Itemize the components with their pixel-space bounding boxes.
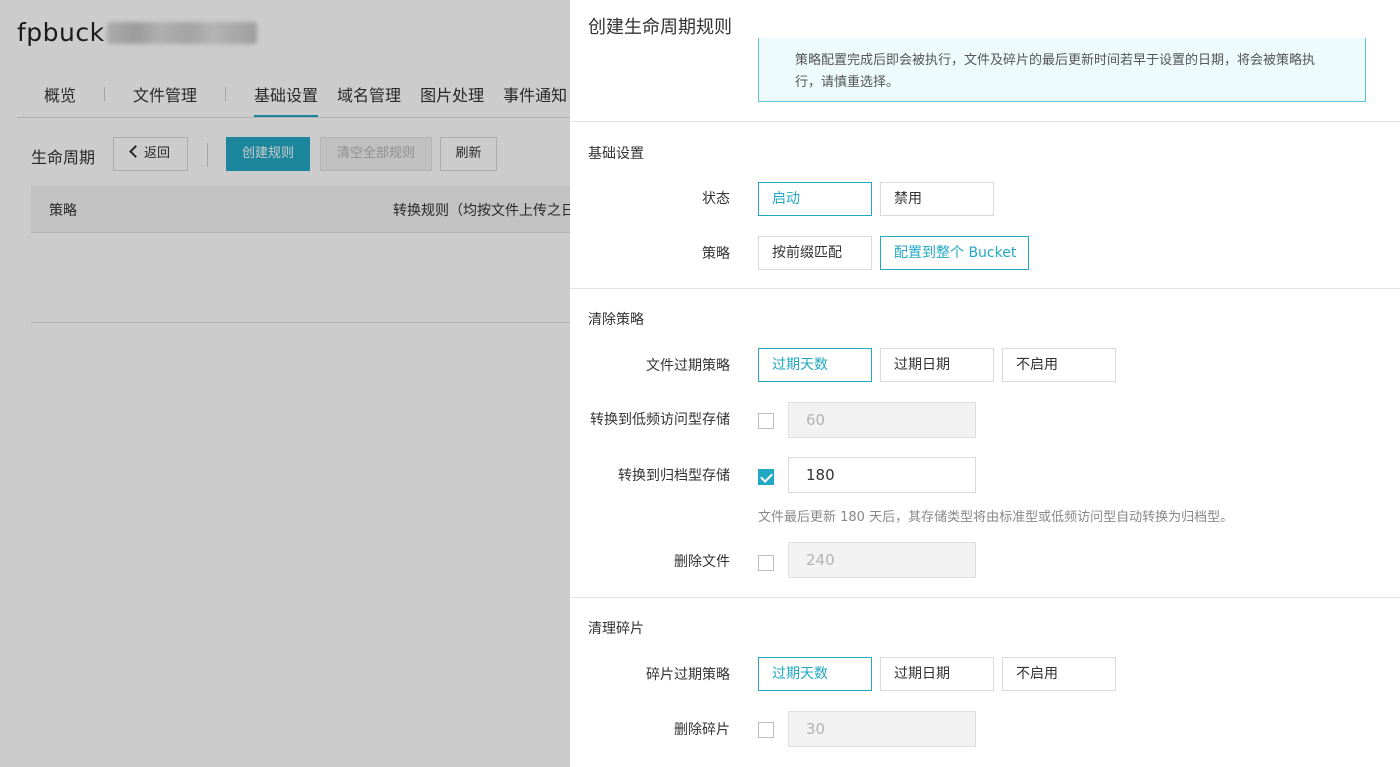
policy-option-prefix[interactable]: 按前缀匹配 <box>758 236 872 270</box>
section-title-cleanup: 清除策略 <box>588 312 644 328</box>
fragment-expire-option-days[interactable]: 过期天数 <box>758 657 872 691</box>
status-label: 状态 <box>702 191 730 207</box>
archive-transition-label: 转换到归档型存储 <box>618 468 730 484</box>
panel-title: 创建生命周期规则 <box>588 17 732 38</box>
fragment-expire-label: 碎片过期策略 <box>646 667 730 683</box>
file-expire-option-date[interactable]: 过期日期 <box>880 348 994 382</box>
modal-overlay[interactable] <box>0 0 570 767</box>
delete-fragment-checkbox[interactable] <box>758 722 774 738</box>
section-title-basic: 基础设置 <box>588 146 644 162</box>
delete-fragment-days-input[interactable] <box>788 711 976 747</box>
ia-transition-checkbox[interactable] <box>758 413 774 429</box>
delete-file-label: 删除文件 <box>674 554 730 570</box>
policy-option-whole-bucket[interactable]: 配置到整个 Bucket <box>880 236 1029 270</box>
create-lifecycle-rule-panel: 策略配置完成后即会被执行，文件及碎片的最后更新时间若早于设置的日期，将会被策略执… <box>570 0 1400 767</box>
notice-box: 策略配置完成后即会被执行，文件及碎片的最后更新时间若早于设置的日期，将会被策略执… <box>758 38 1366 102</box>
section-divider <box>570 597 1400 598</box>
delete-file-days-input[interactable] <box>788 542 976 578</box>
fragment-expire-option-date[interactable]: 过期日期 <box>880 657 994 691</box>
file-expire-option-days[interactable]: 过期天数 <box>758 348 872 382</box>
ia-days-input[interactable] <box>788 402 976 438</box>
delete-fragment-label: 删除碎片 <box>674 722 730 738</box>
archive-transition-checkbox[interactable] <box>758 469 774 485</box>
status-option-enable[interactable]: 启动 <box>758 182 872 216</box>
section-divider <box>570 121 1400 122</box>
archive-days-input[interactable] <box>788 457 976 493</box>
section-title-fragments: 清理碎片 <box>588 621 644 637</box>
section-divider <box>570 288 1400 289</box>
ia-transition-label: 转换到低频访问型存储 <box>590 412 730 428</box>
delete-file-checkbox[interactable] <box>758 555 774 571</box>
archive-hint: 文件最后更新 180 天后，其存储类型将由标准型或低频访问型自动转换为归档型。 <box>758 510 1234 525</box>
fragment-expire-option-disabled[interactable]: 不启用 <box>1002 657 1116 691</box>
file-expire-label: 文件过期策略 <box>646 358 730 374</box>
status-option-disable[interactable]: 禁用 <box>880 182 994 216</box>
file-expire-option-disabled[interactable]: 不启用 <box>1002 348 1116 382</box>
policy-label: 策略 <box>702 246 730 262</box>
